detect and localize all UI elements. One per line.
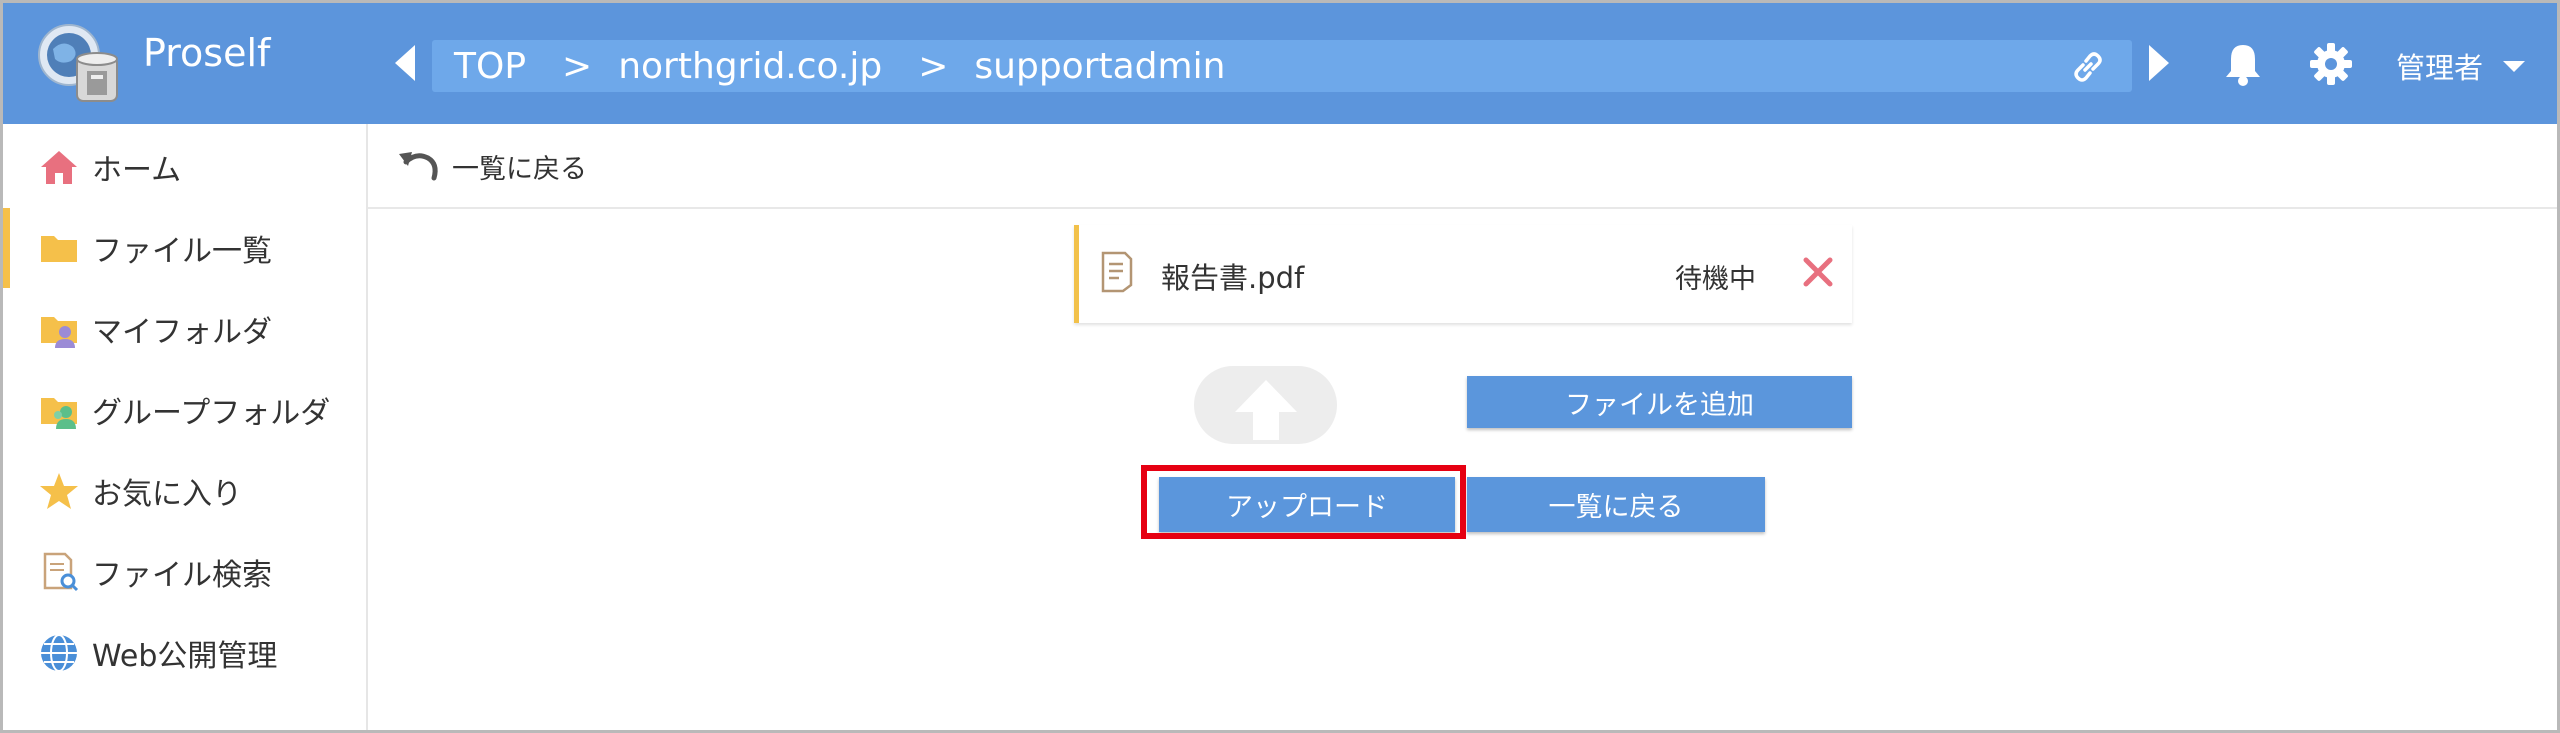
file-status: 待機中 <box>1675 264 1756 295</box>
sidebar-item-my-folder[interactable]: マイフォルダ <box>3 289 366 369</box>
breadcrumb-item-folder[interactable]: supportadmin <box>974 46 1225 87</box>
sidebar-item-web-publish[interactable]: Web公開管理 <box>3 613 366 693</box>
app-header: Proself TOP > northgrid.co.jp > supporta… <box>3 3 2557 124</box>
back-to-list-link[interactable]: 一覧に戻る <box>396 146 587 186</box>
sidebar-item-label: ファイル検索 <box>92 558 272 593</box>
my-folder-icon <box>41 317 77 348</box>
add-file-button[interactable]: ファイルを追加 <box>1467 376 1852 428</box>
sidebar-item-label: お気に入り <box>92 477 242 512</box>
link-icon[interactable] <box>2068 47 2108 87</box>
folder-icon <box>41 236 77 262</box>
breadcrumb-separator: > <box>918 45 949 87</box>
sidebar-item-group-folder[interactable]: グループフォルダ <box>3 370 366 450</box>
sidebar-item-favorites[interactable]: お気に入り <box>3 451 366 531</box>
file-name: 報告書.pdf <box>1161 261 1305 295</box>
undo-arrow-icon <box>399 152 438 181</box>
sidebar-item-label: Web公開管理 <box>92 639 278 674</box>
file-search-icon <box>43 552 79 592</box>
star-icon <box>40 473 78 509</box>
document-icon <box>1101 251 1133 293</box>
window-frame: Proself TOP > northgrid.co.jp > supporta… <box>0 0 2560 733</box>
sidebar-item-file-search[interactable]: ファイル検索 <box>3 532 366 612</box>
sidebar-item-label: ホーム <box>92 153 182 188</box>
proself-logo-icon <box>38 24 118 102</box>
breadcrumb-prev-arrow-icon[interactable] <box>395 45 415 81</box>
sidebar-item-label: マイフォルダ <box>92 315 272 350</box>
breadcrumb: TOP > northgrid.co.jp > supportadmin <box>432 40 2132 92</box>
breadcrumb-item-domain[interactable]: northgrid.co.jp <box>618 46 882 87</box>
sidebar-item-home[interactable]: ホーム <box>3 127 366 207</box>
sidebar: ホーム ファイル一覧 マイフォルダ グループフォルダ お気に入り ファイル検索 … <box>3 124 368 730</box>
group-folder-icon <box>41 398 77 429</box>
upload-arrow-icon <box>1235 380 1297 440</box>
globe-icon <box>41 634 77 672</box>
remove-file-close-icon[interactable] <box>1801 255 1835 289</box>
user-label: 管理者 <box>2396 51 2484 85</box>
gear-icon[interactable] <box>2308 41 2354 87</box>
user-menu[interactable]: 管理者 <box>2396 45 2526 87</box>
sidebar-item-label: グループフォルダ <box>92 396 331 431</box>
breadcrumb-next-arrow-icon[interactable] <box>2149 45 2169 81</box>
bell-icon[interactable] <box>2221 41 2265 87</box>
back-to-list-button[interactable]: 一覧に戻る <box>1467 477 1765 532</box>
breadcrumb-item-top[interactable]: TOP <box>454 46 526 87</box>
content-toolbar: 一覧に戻る <box>368 124 2557 209</box>
upload-drop-zone[interactable] <box>1194 366 1337 444</box>
home-icon <box>41 151 77 184</box>
upload-button[interactable]: アップロード <box>1159 477 1455 532</box>
back-to-list-label: 一覧に戻る <box>452 153 587 185</box>
sidebar-item-file-list[interactable]: ファイル一覧 <box>3 208 366 288</box>
chevron-down-icon <box>2503 60 2526 72</box>
breadcrumb-separator: > <box>562 45 593 87</box>
sidebar-item-label: ファイル一覧 <box>92 234 272 269</box>
upload-file-row: 報告書.pdf 待機中 <box>1074 225 1852 323</box>
app-name: Proself <box>143 31 271 75</box>
